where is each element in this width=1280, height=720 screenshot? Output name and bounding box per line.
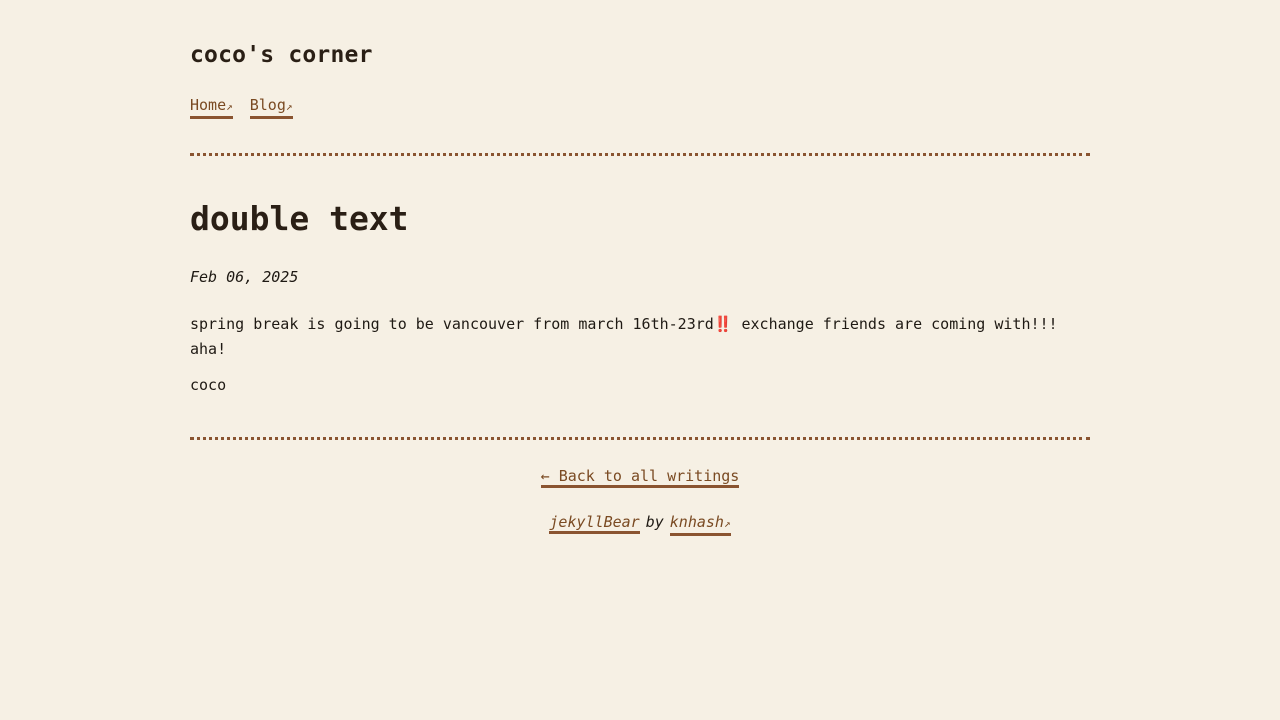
back-to-writings-link[interactable]: ← Back to all writings: [540, 467, 740, 488]
post-body: spring break is going to be vancouver fr…: [190, 315, 1058, 358]
nav-home-link[interactable]: Home↗: [190, 96, 233, 119]
post-title: double text: [190, 199, 409, 238]
author-label: knhash: [669, 513, 724, 531]
back-section: ← Back to all writings: [190, 467, 1090, 488]
footer-divider: [190, 437, 1090, 440]
post-signoff: coco: [190, 376, 227, 394]
credit-line: jekyllBear by knhash↗: [190, 513, 1090, 536]
post-date: Feb 06, 2025: [190, 268, 299, 286]
header-divider: [190, 153, 1090, 156]
nav-blog-label: Blog: [249, 96, 286, 114]
external-link-icon: ↗: [226, 100, 233, 113]
theme-link[interactable]: jekyllBear: [549, 513, 640, 534]
site-title: coco's corner: [190, 42, 373, 68]
by-text: by: [645, 513, 664, 531]
external-link-icon: ↗: [723, 517, 731, 530]
nav-blog-link[interactable]: Blog↗: [249, 96, 293, 119]
nav-home-label: Home: [190, 96, 227, 114]
main-nav: Home↗ Blog↗: [190, 96, 293, 119]
author-link[interactable]: knhash↗: [669, 513, 731, 536]
external-link-icon: ↗: [285, 100, 293, 113]
